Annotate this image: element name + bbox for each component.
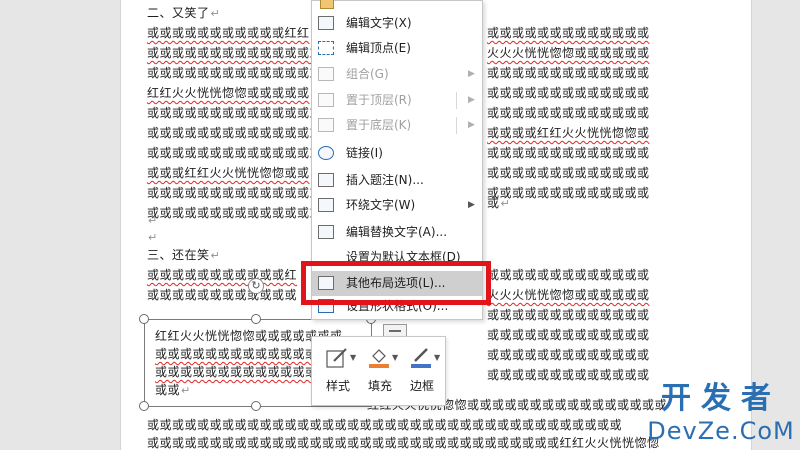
- heading-two: 二、又笑了↵: [147, 6, 221, 20]
- link-icon: [318, 146, 334, 160]
- watermark-logo: 开发者 DevZe.CoM: [642, 382, 800, 450]
- body-line: 或或或或或或或或或或或红红: [147, 26, 310, 40]
- body-line-right: 或或或或或或或或或或或或或: [487, 186, 650, 200]
- rotate-handle-icon[interactable]: ↻: [248, 278, 264, 294]
- body-line-right: 或或或或或或或或或或或或或: [487, 146, 650, 160]
- body-line-right: 或或或或或或或或或或或或或: [487, 166, 650, 180]
- split-divider: [456, 92, 457, 109]
- watermark-top-text: 开发者: [661, 381, 781, 416]
- empty-paragraph: ↵: [148, 231, 158, 244]
- edit-points-icon: [318, 41, 334, 55]
- mini-toolbar: ▼ 样式 ▼ 填充 ▼ 边框: [311, 336, 446, 406]
- submenu-arrow-icon: ▶: [468, 95, 475, 105]
- watermark-bottom-text: DevZe.CoM: [647, 417, 795, 445]
- bring-to-front-icon: [318, 93, 334, 107]
- body-line-right: 或或或或红红火火恍恍惚惚或: [487, 126, 650, 140]
- resize-handle-bottom[interactable]: [251, 401, 261, 411]
- resize-handle-top[interactable]: [251, 314, 261, 324]
- border-button[interactable]: ▼ 边框: [402, 343, 442, 401]
- fill-button[interactable]: ▼ 填充: [360, 343, 400, 401]
- body-line-right: 或或或或或或或或或或或或或: [487, 368, 650, 382]
- body-line-right: 或或或或或或或或或或或或或: [487, 268, 650, 282]
- body-line-right: 或或或或或或或或或或或或或: [487, 26, 650, 40]
- insert-caption-icon: [318, 173, 334, 187]
- menu-item-edit-alt-text[interactable]: 编辑替换文字(A)...: [312, 220, 482, 245]
- edit-text-icon: [318, 16, 334, 30]
- chevron-down-icon: ▼: [434, 353, 441, 362]
- body-line: 或或或或或或或或或或或或或或: [147, 206, 323, 220]
- body-line: 或或或或或或或或或或或或或或: [147, 106, 323, 120]
- menu-item-insert-caption[interactable]: 插入题注(N)...: [312, 168, 482, 193]
- body-line-right: 或或或或或或或或或或或或或: [487, 328, 650, 342]
- menu-item-edit-text[interactable]: 编辑文字(X): [312, 11, 482, 36]
- body-line-right: 或或或或或或或或或或或或或: [487, 308, 650, 322]
- menu-item-wrap-text[interactable]: 环绕文字(W) ▶: [312, 193, 482, 218]
- alt-text-icon: [318, 225, 334, 239]
- body-line: 或或或或或或或或或或或或或或: [147, 186, 323, 200]
- chevron-down-icon: ▼: [350, 353, 357, 362]
- group-icon: [318, 67, 334, 81]
- body-line: 或或或或或或或或或或或红: [147, 268, 298, 282]
- textbox-line: 或或或或或或或或或或或或或或: [155, 365, 331, 379]
- body-line-right: 或或或或或或或或或或或或或: [487, 86, 650, 100]
- body-line: 或或或或或或或或或或或或或或: [147, 146, 323, 160]
- body-line: 红红火火恍恍惚惚或或或或或: [147, 86, 310, 100]
- menu-item-send-to-back[interactable]: 置于底层(K) ▶: [312, 113, 482, 138]
- split-divider: [456, 117, 457, 134]
- body-line-right: 或或或或或或或或或或或或或: [487, 106, 650, 120]
- body-line: 或或或或或或或或或或或或或或: [147, 46, 323, 60]
- pen-icon: [411, 348, 431, 368]
- wrap-text-icon: [318, 198, 334, 212]
- textbox-line: 或或↵: [155, 383, 191, 397]
- body-line-right: 或↵: [487, 196, 511, 210]
- body-line-right: 或或或或或或或或或或或或或: [487, 66, 650, 80]
- paint-bucket-icon: [369, 349, 389, 368]
- resize-handle-bottom-left[interactable]: [139, 401, 149, 411]
- body-line-right: 火火火恍恍惚惚或或或或或或: [487, 288, 650, 302]
- heading-three: 三、还在笑↵: [147, 248, 221, 262]
- menu-item-group[interactable]: 组合(G) ▶: [312, 62, 482, 87]
- chevron-down-icon: ▼: [392, 353, 399, 362]
- resize-handle-top-left[interactable]: [139, 314, 149, 324]
- send-to-back-icon: [318, 118, 334, 132]
- body-line: 或或或或或或或或或或或或或或或或或或或或或或或或或或或或或或或或或红红火火恍恍惚…: [147, 436, 660, 450]
- style-icon: [326, 348, 347, 368]
- submenu-arrow-icon: ▶: [468, 120, 475, 130]
- highlight-box: [301, 261, 491, 305]
- menu-top-icon: [320, 0, 334, 9]
- menu-item-link[interactable]: 链接(I): [312, 141, 482, 166]
- body-line: 或或或或或或或或或或或或或或或或或或或或或或或或或或或或或或或或或或或或或或: [147, 418, 623, 432]
- submenu-arrow-icon: ▶: [468, 69, 475, 79]
- body-line: 或或或红红火火恍恍惚惚或或: [147, 166, 310, 180]
- textbox-line: 或或或或或或或或或或或或或或: [155, 347, 331, 361]
- menu-item-edit-points[interactable]: 编辑顶点(E): [312, 36, 482, 61]
- body-line: 或或或或或或或或或或或或: [147, 288, 298, 302]
- body-line: 或或或或或或或或或或或或或或: [147, 126, 323, 140]
- body-line-right: 火火火恍恍惚惚或或或或或或: [487, 46, 650, 60]
- body-line: 或或或或或或或或或或或或或或: [147, 66, 323, 80]
- menu-item-bring-to-front[interactable]: 置于顶层(R) ▶: [312, 88, 482, 113]
- body-line-right: 或或或或或或或或或或或或或: [487, 348, 650, 362]
- style-button[interactable]: ▼ 样式: [318, 343, 358, 401]
- submenu-arrow-icon: ▶: [468, 200, 475, 210]
